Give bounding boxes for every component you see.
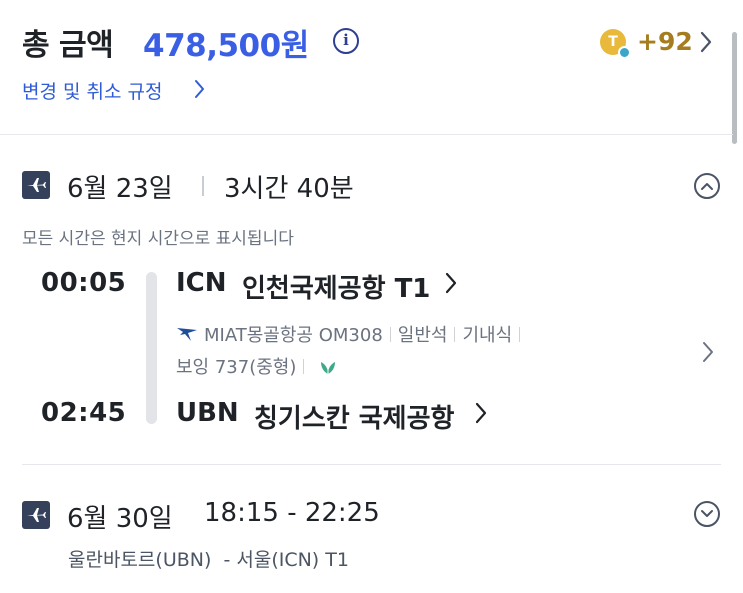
segment-1-duration: 3시간 40분 <box>224 174 354 204</box>
points-chevron-right-icon[interactable] <box>699 31 713 57</box>
arrival-airport-name[interactable]: 칭기스칸 국제공항 <box>254 398 454 435</box>
coin-icon: T <box>600 29 631 59</box>
aircraft-type: 보잉 737(중형) <box>176 357 297 378</box>
flight-number: OM308 <box>318 325 383 346</box>
flight-info-line: MIAT몽골항공 OM308 일반석 기내식 <box>204 321 527 347</box>
arrival-airport-code[interactable]: UBN <box>176 398 239 428</box>
meal-info: 기내식 <box>462 325 513 346</box>
cabin-class: 일반석 <box>397 325 448 346</box>
segment-divider <box>22 464 721 465</box>
info-icon[interactable]: i <box>333 28 359 54</box>
info-separator <box>389 327 391 342</box>
chevron-down-circle-icon[interactable] <box>694 501 720 527</box>
timeline-bar <box>146 272 157 424</box>
departure-chevron-right-icon[interactable] <box>444 272 458 298</box>
coin-letter: T <box>608 34 618 50</box>
info-separator <box>454 327 456 342</box>
segment-1-date: 6월 23일 <box>67 174 173 204</box>
total-price-label: 총 금액 <box>22 28 114 63</box>
segment-2-time-range: 18:15 - 22:25 <box>204 498 380 528</box>
arrival-time: 02:45 <box>41 398 127 428</box>
coin-badge-icon <box>618 46 631 59</box>
flight-detail-chevron-right-icon[interactable] <box>701 341 715 367</box>
reward-points[interactable]: +92 <box>637 27 693 56</box>
plane-icon <box>22 501 50 529</box>
departure-airport-name[interactable]: 인천국제공항 T1 <box>242 268 430 305</box>
info-separator <box>303 359 305 374</box>
chevron-up-circle-icon[interactable] <box>694 173 720 199</box>
change-cancel-policy-link[interactable]: 변경 및 취소 규정 <box>22 77 162 104</box>
aircraft-info-line: 보잉 737(중형) <box>176 353 337 381</box>
segment-1-separator <box>202 176 204 196</box>
airline-name: MIAT몽골항공 <box>204 325 313 346</box>
policy-chevron-right-icon[interactable] <box>193 79 205 103</box>
departure-time: 00:05 <box>41 268 127 298</box>
miat-logo-icon <box>176 322 198 348</box>
total-price-amount: 478,500원 <box>143 28 309 64</box>
leaf-icon <box>319 358 337 381</box>
segment-2-date: 6월 30일 <box>67 504 173 534</box>
scrollbar-thumb[interactable] <box>732 32 737 144</box>
arrival-chevron-right-icon[interactable] <box>474 402 488 428</box>
info-separator <box>519 327 521 342</box>
header-divider <box>0 134 733 135</box>
segment-2-route: 울란바토르(UBN) - 서울(ICN) T1 <box>68 549 349 571</box>
departure-airport-code[interactable]: ICN <box>176 268 227 298</box>
plane-icon <box>22 171 50 199</box>
local-time-note: 모든 시간은 현지 시간으로 표시됩니다 <box>22 229 294 249</box>
